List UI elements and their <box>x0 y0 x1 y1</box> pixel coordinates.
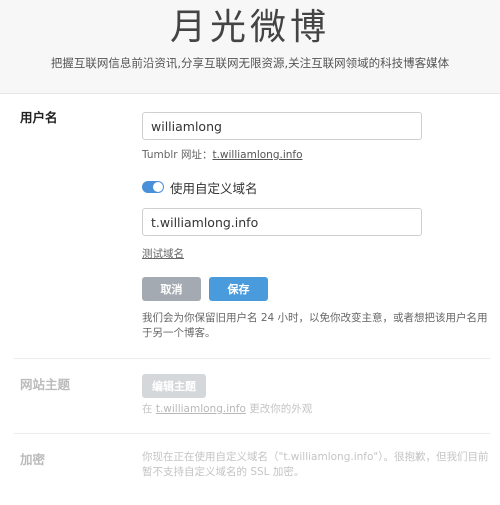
save-button[interactable]: 保存 <box>209 277 268 301</box>
username-section-label: 用户名 <box>20 110 58 125</box>
toggle-knob <box>153 182 163 192</box>
test-domain-link[interactable]: 测试域名 <box>142 246 184 261</box>
theme-helper-suffix: 更改你的外观 <box>245 403 313 415</box>
section-divider <box>14 358 490 359</box>
username-input[interactable] <box>142 112 422 140</box>
theme-helper-link[interactable]: t.williamlong.info <box>156 403 246 415</box>
site-subtitle: 把握互联网信息前沿资讯,分享互联网无限资源,关注互联网领域的科技博客媒体 <box>50 56 450 70</box>
username-notice: 我们会为你保留旧用户名 24 小时，以免你改变主意，或者想把该用户名用于另一个博… <box>142 312 488 339</box>
theme-helper-prefix: 在 <box>142 403 156 415</box>
tumblr-url-helper: Tumblr 网址：t.williamlong.info <box>142 148 303 162</box>
site-title: 月光微博 <box>169 7 330 48</box>
tumblr-url-prefix: Tumblr 网址： <box>142 149 213 161</box>
cancel-button[interactable]: 取消 <box>142 277 201 301</box>
section-divider <box>14 433 490 434</box>
theme-section-label: 网站主题 <box>20 377 71 392</box>
edit-theme-button[interactable]: 编辑主题 <box>142 374 206 398</box>
encrypt-section-label: 加密 <box>20 452 46 467</box>
theme-helper: 在 t.williamlong.info 更改你的外观 <box>142 402 312 416</box>
custom-domain-toggle[interactable] <box>142 181 164 193</box>
encrypt-notice: 你现在正在使用自定义域名（"t.williamlong.info"）。很抱歉，但… <box>142 451 489 478</box>
custom-domain-toggle-row: 使用自定义域名 <box>142 178 258 196</box>
page-header: 月光微博 把握互联网信息前沿资讯,分享互联网无限资源,关注互联网领域的科技博客媒… <box>0 0 500 94</box>
tumblr-url-link[interactable]: t.williamlong.info <box>212 149 302 161</box>
custom-domain-toggle-label: 使用自定义域名 <box>170 180 258 196</box>
custom-domain-input[interactable] <box>142 208 422 236</box>
